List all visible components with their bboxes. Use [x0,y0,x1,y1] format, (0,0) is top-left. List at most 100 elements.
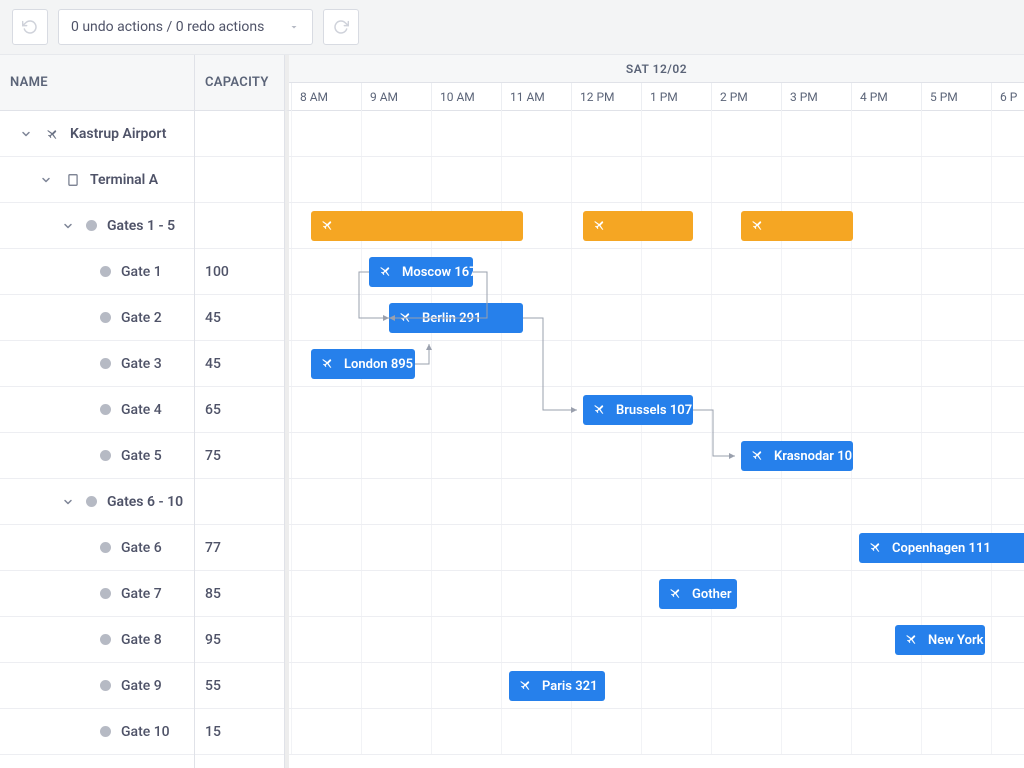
terminal-icon [64,171,82,189]
hour-tick: 10 AM [431,83,475,111]
toolbar: 0 undo actions / 0 redo actions [0,0,1024,55]
tree-row-g1-5[interactable]: Gates 1 - 5 [0,203,194,249]
timeline-lane-gate2[interactable]: Berlin 291 [289,295,1024,341]
tree-row-label: Gates 1 - 5 [107,218,175,234]
tree-row-gate3[interactable]: Gate 3 [0,341,194,387]
hour-tick: 12 PM [571,83,615,111]
hour-tick: 9 AM [361,83,398,111]
hour-tick: 8 AM [291,83,328,111]
flight-task[interactable]: Copenhagen 111 [859,533,1024,563]
airport-icon [44,125,62,143]
flight-task[interactable]: London 895 [311,349,415,379]
tree-row-label: Gate 5 [121,448,162,464]
summary-task[interactable] [311,211,523,241]
flight-task-label: Copenhagen 111 [892,541,991,556]
redo-button[interactable] [323,9,359,45]
capacity-cell-gate10: 15 [195,709,284,755]
tree-row-gate4[interactable]: Gate 4 [0,387,194,433]
capacity-cell-gate7: 85 [195,571,284,617]
flight-task-label: Berlin 291 [422,311,481,326]
tree-row-label: Gate 4 [121,402,162,418]
timeline-lane-gate9[interactable]: Paris 321 [289,663,1024,709]
undo-button[interactable] [12,9,48,45]
tree-row-label: Gate 1 [121,264,162,280]
tree-row-termA[interactable]: Terminal A [0,157,194,203]
plane-icon [669,585,684,604]
timeline-hours: 8 AM9 AM10 AM11 AM12 PM1 PM2 PM3 PM4 PM5… [289,83,1024,111]
tree-row-gate8[interactable]: Gate 8 [0,617,194,663]
summary-task[interactable] [583,211,693,241]
chevron-down-icon [288,21,300,33]
plane-icon [593,401,608,420]
timeline-lane-termA[interactable] [289,157,1024,203]
tree-row-g6-10[interactable]: Gates 6 - 10 [0,479,194,525]
tree-row-label: Gate 6 [121,540,162,556]
tree-row-label: Terminal A [90,172,158,188]
expand-toggle[interactable] [60,494,76,510]
capacity-cell-gate4: 65 [195,387,284,433]
undo-history-dropdown[interactable]: 0 undo actions / 0 redo actions [58,9,313,45]
tree-row-gate1[interactable]: Gate 1 [0,249,194,295]
flight-task-label: London 895 [344,357,413,372]
tree-row-gate2[interactable]: Gate 2 [0,295,194,341]
flight-task[interactable]: Krasnodar 10 [741,441,853,471]
flight-task-label: Brussels 107 [616,403,692,418]
column-header-capacity[interactable]: CAPACITY [195,55,285,111]
plane-icon [751,217,766,236]
capacity-cell-gate1: 100 [195,249,284,295]
tree-row-label: Gates 6 - 10 [107,494,183,510]
timeline-date: SAT 12/02 [289,55,1024,83]
tree-row-label: Kastrup Airport [70,126,166,142]
summary-task[interactable] [741,211,853,241]
timeline-lane-gate3[interactable]: London 895 [289,341,1024,387]
timeline-lane-airport[interactable] [289,111,1024,157]
tree-row-airport[interactable]: Kastrup Airport [0,111,194,157]
column-header-name[interactable]: NAME [0,55,195,111]
capacity-cell-gate9: 55 [195,663,284,709]
tree-row-gate9[interactable]: Gate 9 [0,663,194,709]
timeline-lane-gate6[interactable]: Copenhagen 111 [289,525,1024,571]
capacity-cell-airport [195,111,284,157]
dot-icon [100,404,111,415]
expand-toggle[interactable] [38,172,54,188]
timeline-lane-gate1[interactable]: Moscow 167 [289,249,1024,295]
capacity-cell-gate2: 45 [195,295,284,341]
timeline-lane-g6-10[interactable] [289,479,1024,525]
timeline-lane-gate4[interactable]: Brussels 107 [289,387,1024,433]
timeline-lane-g1-5[interactable] [289,203,1024,249]
tree-row-gate10[interactable]: Gate 10 [0,709,194,755]
flight-task[interactable]: Gother [659,579,737,609]
flight-task[interactable]: Brussels 107 [583,395,693,425]
capacity-column: 100454565757785955515 [195,111,285,768]
dot-icon [100,726,111,737]
dot-icon [100,680,111,691]
hour-tick: 11 AM [501,83,545,111]
tree-row-gate5[interactable]: Gate 5 [0,433,194,479]
timeline-body[interactable]: Moscow 167 Berlin 291 London 895 Brussels 1… [285,111,1024,768]
tree-row-gate7[interactable]: Gate 7 [0,571,194,617]
timeline-lane-gate7[interactable]: Gother [289,571,1024,617]
flight-task-label: New York [928,633,984,648]
plane-icon [905,631,920,650]
dot-icon [86,220,97,231]
expand-toggle[interactable] [18,126,34,142]
expand-toggle[interactable] [60,218,76,234]
flight-task[interactable]: Berlin 291 [389,303,523,333]
plane-icon [519,677,534,696]
timeline-lane-gate5[interactable]: Krasnodar 10 [289,433,1024,479]
flight-task[interactable]: Paris 321 [509,671,605,701]
flight-task[interactable]: Moscow 167 [369,257,473,287]
flight-task[interactable]: New York [895,625,985,655]
capacity-cell-gate3: 45 [195,341,284,387]
hour-tick: 4 PM [851,83,888,111]
flight-task-label: Moscow 167 [402,265,473,280]
capacity-cell-g1-5 [195,203,284,249]
plane-icon [321,217,336,236]
tree-row-gate6[interactable]: Gate 6 [0,525,194,571]
hour-tick: 1 PM [641,83,678,111]
dot-icon [86,496,97,507]
undo-icon [22,19,38,35]
timeline-lane-gate8[interactable]: New York [289,617,1024,663]
capacity-cell-g6-10 [195,479,284,525]
timeline-lane-gate10[interactable] [289,709,1024,755]
